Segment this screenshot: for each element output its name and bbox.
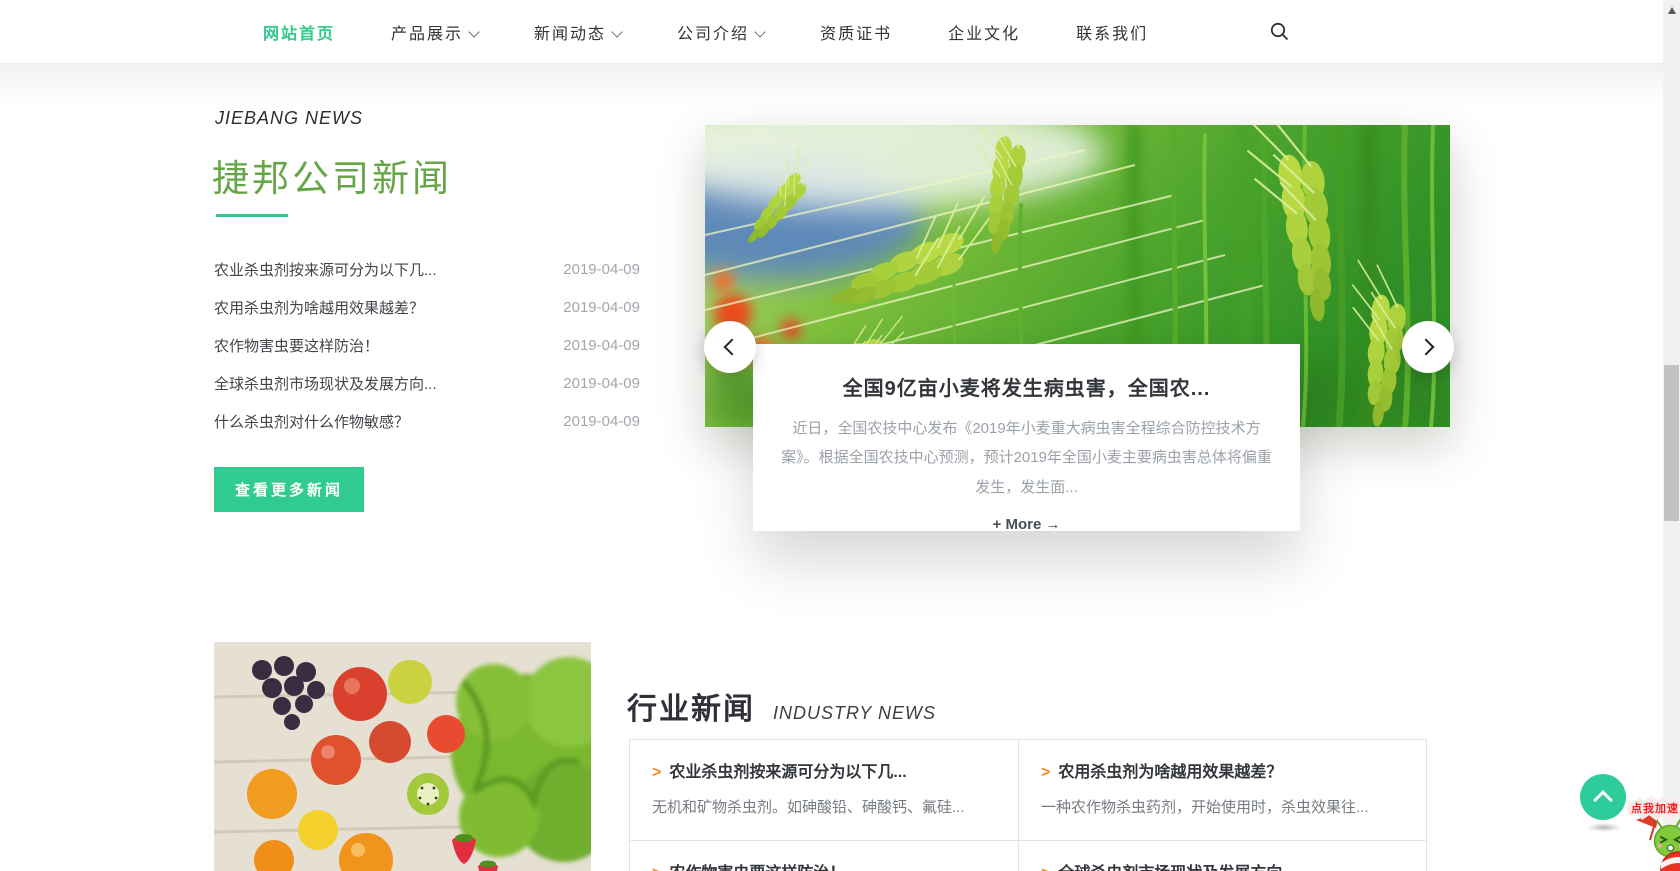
back-to-top-shadow [1586,823,1622,832]
nav-item-label: 资质证书 [820,26,892,43]
main-menu: 网站首页 产品展示 新闻动态 公司介绍 资质证书 企业文化 联系我们 [263,0,1204,63]
chevron-down-icon [754,26,765,37]
chevron-down-icon [611,26,622,37]
industry-card[interactable]: > 农作物害虫要这样防治！ [629,840,1038,871]
nav-item-label: 企业文化 [948,26,1020,43]
news-item-date: 2019-04-09 [563,413,640,430]
industry-card[interactable]: > 农用杀虫剂为啥越用效果越差？ 一种农作物杀虫药剂，开始使用时，杀虫效果往... [1018,739,1427,854]
news-item[interactable]: 什么杀虫剂对什么作物敏感？ 2019-04-09 [214,402,640,440]
chevron-left-icon [724,339,741,356]
news-item[interactable]: 农作物害虫要这样防治！ 2019-04-09 [214,326,640,364]
news-item-date: 2019-04-09 [563,337,640,354]
news-item[interactable]: 全球杀虫剂市场现状及发展方向... 2019-04-09 [214,364,640,402]
news-item-date: 2019-04-09 [563,261,640,278]
nav-item-label: 公司介绍 [677,26,749,43]
carousel-more-link[interactable]: + More → [993,516,1061,533]
industry-news-title: 行业新闻 [627,684,755,728]
scrollbar[interactable] [1663,0,1680,871]
header-shadow [0,64,1680,104]
chevron-up-icon [1593,790,1613,810]
carousel-next-button[interactable] [1402,321,1454,373]
title-underline [216,214,288,217]
back-to-top-button[interactable] [1580,774,1626,820]
industry-card-title: 农业杀虫剂按来源可分为以下几... [669,764,906,781]
search-icon[interactable] [1268,20,1292,44]
carousel-card-excerpt: 近日，全国农技中心发布《2019年小麦重大病虫害全程综合防控技术方案》。根据全国… [774,414,1279,502]
news-item-title: 农用杀虫剂为啥越用效果越差？ [214,297,424,318]
top-navigation-bar: 网站首页 产品展示 新闻动态 公司介绍 资质证书 企业文化 联系我们 [0,0,1680,64]
industry-card-title: 农用杀虫剂为啥越用效果越差？ [1058,764,1282,781]
news-item[interactable]: 农用杀虫剂为啥越用效果越差？ 2019-04-09 [214,288,640,326]
industry-card[interactable]: > 农业杀虫剂按来源可分为以下几... 无机和矿物杀虫剂。如砷酸铅、砷酸钙、氟硅.… [629,739,1038,854]
arrow-bullet-icon: > [652,764,661,781]
carousel-prev-button[interactable] [704,321,756,373]
nav-item-contact[interactable]: 联系我们 [1076,20,1148,44]
carousel-card-title: 全国9亿亩小麦将发生病虫害，全国农... [773,372,1280,401]
news-item-title: 农业杀虫剂按来源可分为以下几... [214,259,437,280]
industry-news-subtitle: INDUSTRY NEWS [773,703,936,724]
nav-item-products[interactable]: 产品展示 [391,20,478,44]
fruits-vegetables-image[interactable] [214,642,591,871]
news-item[interactable]: 农业杀虫剂按来源可分为以下几... 2019-04-09 [214,250,640,288]
nav-item-about[interactable]: 公司介绍 [677,20,764,44]
more-news-button[interactable]: 查看更多新闻 [214,467,364,512]
arrow-bullet-icon: > [652,865,661,871]
arrow-bullet-icon: > [1041,865,1050,871]
scrollbar-up-arrow[interactable] [1668,7,1676,14]
industry-card-title: 农作物害虫要这样防治！ [669,865,845,871]
news-item-title: 什么杀虫剂对什么作物敏感？ [214,411,409,432]
nav-item-culture[interactable]: 企业文化 [948,20,1020,44]
nav-item-news[interactable]: 新闻动态 [534,20,621,44]
chevron-right-icon [1418,339,1435,356]
news-item-date: 2019-04-09 [563,299,640,316]
industry-news-header: 行业新闻 INDUSTRY NEWS [627,684,936,728]
industry-card-excerpt: 无机和矿物杀虫剂。如砷酸铅、砷酸钙、氟硅... [652,796,1015,817]
company-news-eyebrow: JIEBANG NEWS [215,108,363,129]
company-news-list: 农业杀虫剂按来源可分为以下几... 2019-04-09 农用杀虫剂为啥越用效果… [214,250,640,440]
carousel-news-card[interactable]: 全国9亿亩小麦将发生病虫害，全国农... 近日，全国农技中心发布《2019年小麦… [753,344,1300,531]
nav-item-label: 新闻动态 [534,26,606,43]
industry-card-excerpt: 一种农作物杀虫药剂，开始使用时，杀虫效果往... [1041,796,1404,817]
nav-item-home[interactable]: 网站首页 [263,20,335,44]
scrollbar-thumb[interactable] [1664,365,1679,521]
arrow-bullet-icon: > [1041,764,1050,781]
company-news-title: 捷邦公司新闻 [212,148,452,202]
nav-item-label: 联系我们 [1076,26,1148,43]
nav-item-certificates[interactable]: 资质证书 [820,20,892,44]
industry-card[interactable]: > 全球杀虫剂市场现状及发展方向... [1018,840,1427,871]
news-item-title: 农作物害虫要这样防治！ [214,335,379,356]
page: 网站首页 产品展示 新闻动态 公司介绍 资质证书 企业文化 联系我们 [0,0,1680,871]
chevron-down-icon [468,26,479,37]
nav-item-label: 网站首页 [263,26,335,43]
news-item-date: 2019-04-09 [563,375,640,392]
industry-card-title: 全球杀虫剂市场现状及发展方向... [1058,865,1295,871]
nav-item-label: 产品展示 [391,26,463,43]
news-item-title: 全球杀虫剂市场现状及发展方向... [214,373,437,394]
